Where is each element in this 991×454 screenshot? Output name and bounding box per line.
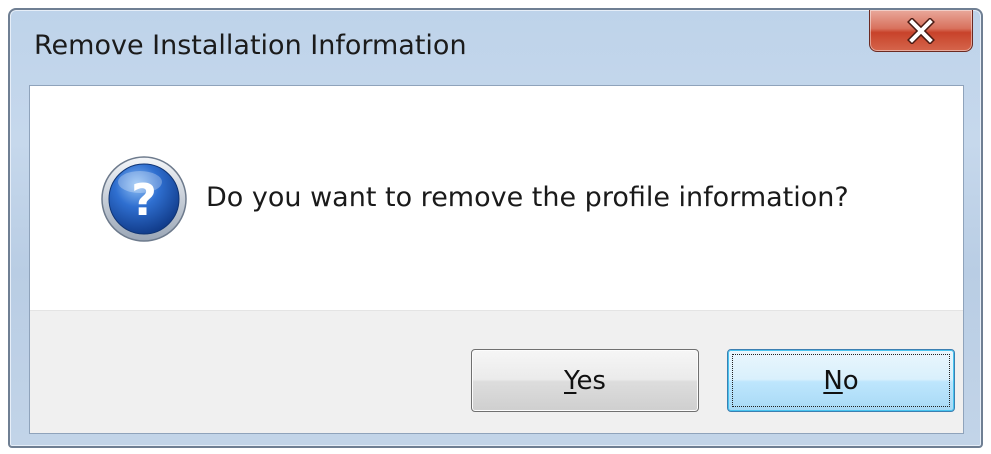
svg-text:?: ? — [131, 175, 157, 226]
dialog-window: Remove Installation Information ? Do you… — [8, 8, 983, 448]
close-button[interactable] — [869, 10, 973, 52]
message-area: ? Do you want to remove the profile info… — [30, 86, 963, 310]
yes-button[interactable]: Yes — [471, 349, 699, 412]
no-accelerator: N — [823, 365, 843, 396]
dialog-content: ? Do you want to remove the profile info… — [29, 85, 964, 434]
yes-label-rest: es — [576, 365, 606, 396]
no-button[interactable]: No — [727, 349, 955, 412]
no-label-rest: o — [842, 365, 859, 396]
no-button-label: No — [823, 366, 858, 396]
button-area: Yes No — [30, 310, 963, 433]
yes-button-label: Yes — [564, 366, 606, 396]
title-bar[interactable]: Remove Installation Information — [10, 10, 981, 86]
window-title: Remove Installation Information — [34, 30, 467, 61]
dialog-message: Do you want to remove the profile inform… — [206, 182, 849, 213]
yes-accelerator: Y — [564, 365, 577, 396]
close-icon — [870, 14, 972, 48]
question-icon: ? — [100, 155, 188, 243]
